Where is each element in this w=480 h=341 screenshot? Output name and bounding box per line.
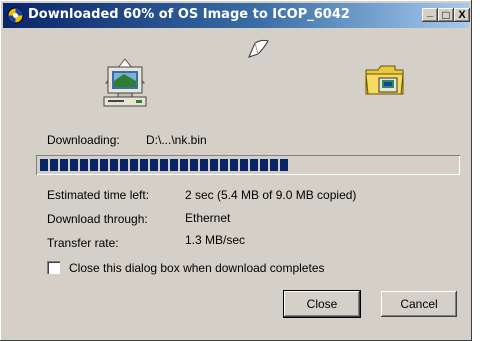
download-through-value: Ethernet — [185, 211, 231, 225]
progress-block — [250, 159, 258, 171]
close-window-button[interactable]: X — [454, 8, 470, 22]
estimated-time-label: Estimated time left: — [47, 188, 150, 202]
progress-block — [100, 159, 108, 171]
cancel-button[interactable]: Cancel — [381, 291, 457, 317]
progress-block — [60, 159, 68, 171]
globe-icon — [7, 7, 24, 24]
progress-block — [180, 159, 188, 171]
close-button-label: Close — [306, 297, 338, 311]
progress-block — [190, 159, 198, 171]
downloading-label: Downloading: — [47, 133, 120, 147]
progress-block — [40, 159, 48, 171]
download-through-label: Download through: — [47, 212, 148, 226]
close-on-complete-label[interactable]: Close this dialog box when download comp… — [69, 261, 325, 275]
maximize-icon: □ — [442, 8, 450, 22]
progress-block — [280, 159, 288, 171]
close-button[interactable]: Close — [284, 291, 360, 317]
minimize-button[interactable]: _ — [422, 6, 438, 22]
minimize-icon: _ — [426, 6, 434, 18]
close-on-complete-checkbox[interactable] — [47, 261, 60, 274]
computer-icon — [103, 58, 147, 107]
download-file-path: D:\...\nk.bin — [146, 133, 207, 147]
progress-block — [130, 159, 138, 171]
progress-block — [110, 159, 118, 171]
progress-block — [240, 159, 248, 171]
progress-block — [120, 159, 128, 171]
progress-block — [70, 159, 78, 171]
progress-block — [210, 159, 218, 171]
progress-block — [170, 159, 178, 171]
progress-fill — [40, 159, 290, 171]
progress-block — [160, 159, 168, 171]
transfer-rate-value: 1.3 MB/sec — [185, 233, 246, 247]
progress-block — [150, 159, 158, 171]
paper-icon — [248, 39, 269, 58]
transfer-rate-label: Transfer rate: — [47, 236, 119, 250]
progress-block — [50, 159, 58, 171]
estimated-time-value: 2 sec (5.4 MB of 9.0 MB copied) — [185, 188, 357, 202]
maximize-button[interactable]: □ — [438, 8, 454, 22]
folder-device-icon — [365, 65, 404, 95]
progress-block — [260, 159, 268, 171]
cancel-button-label: Cancel — [400, 297, 438, 311]
progress-block — [90, 159, 98, 171]
progress-block — [270, 159, 278, 171]
title-bar[interactable]: Downloaded 60% of OS Image to ICOP_6042 … — [3, 3, 470, 28]
progress-block — [220, 159, 228, 171]
download-dialog: Downloaded 60% of OS Image to ICOP_6042 … — [0, 0, 472, 341]
progress-block — [140, 159, 148, 171]
progress-block — [80, 159, 88, 171]
window-title: Downloaded 60% of OS Image to ICOP_6042 — [28, 7, 350, 22]
progress-block — [230, 159, 238, 171]
close-icon: X — [458, 9, 466, 21]
progress-block — [200, 159, 208, 171]
download-progress-bar — [36, 155, 460, 175]
